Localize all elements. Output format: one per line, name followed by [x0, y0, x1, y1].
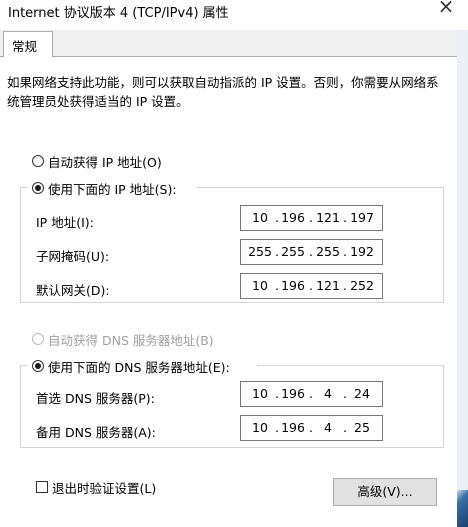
ip-address-octet-4: 197: [350, 210, 374, 225]
preferred-dns-octet-2: 196: [281, 386, 305, 401]
radio-auto-dns[interactable]: [32, 333, 44, 345]
ip-address-octet-3: 121: [316, 210, 340, 225]
subnet-mask-octet-1: 255: [248, 244, 272, 259]
subnet-mask-label: 子网掩码(U):: [36, 249, 110, 264]
preferred-dns-label: 首选 DNS 服务器(P):: [36, 391, 155, 406]
radio-auto-ip[interactable]: [32, 155, 44, 167]
default-gateway-octet-4: 252: [350, 278, 374, 293]
auto-ip-label[interactable]: 自动获得 IP 地址(O): [48, 152, 162, 171]
default-gateway-label: 默认网关(D):: [36, 283, 110, 298]
subnet-mask-octet-2: 255: [281, 244, 305, 259]
alternate-dns-label: 备用 DNS 服务器(A):: [36, 425, 156, 440]
default-gateway-octet-2: 196: [281, 278, 305, 293]
preferred-dns-input[interactable]: 10 . 196 . 4 . 24: [240, 381, 383, 407]
alternate-dns-octet-3: 4: [324, 420, 332, 435]
ip-address-input[interactable]: 10 . 196 . 121 . 197: [240, 205, 383, 231]
subnet-mask-input[interactable]: 255 . 255 . 255 . 192: [240, 239, 383, 265]
alternate-dns-input[interactable]: 10 . 196 . 4 . 25: [240, 415, 383, 441]
ip-address-octet-1: 10: [252, 210, 268, 225]
preferred-dns-octet-3: 4: [324, 386, 332, 401]
default-gateway-octet-1: 10: [252, 278, 268, 293]
window-title: Internet 协议版本 4 (TCP/IPv4) 属性: [8, 6, 229, 21]
radio-manual-ip[interactable]: [32, 182, 44, 194]
tab-general[interactable]: 常规: [3, 31, 53, 57]
preferred-dns-octet-1: 10: [252, 386, 268, 401]
validate-on-exit-checkbox[interactable]: [36, 481, 48, 493]
validate-on-exit-label[interactable]: 退出时验证设置(L): [52, 478, 156, 497]
advanced-button[interactable]: 高级(V)...: [333, 478, 437, 506]
default-gateway-octet-3: 121: [316, 278, 340, 293]
subnet-mask-octet-3: 255: [316, 244, 340, 259]
manual-ip-label[interactable]: 使用下面的 IP 地址(S):: [48, 179, 177, 198]
default-gateway-input[interactable]: 10 . 196 . 121 . 252: [240, 273, 383, 299]
background-window-strip: [457, 30, 468, 527]
description-text: 如果网络支持此功能，则可以获取自动指派的 IP 设置。否则，你需要从网络系统管理…: [7, 75, 439, 109]
alternate-dns-octet-4: 25: [354, 420, 370, 435]
manual-dns-label[interactable]: 使用下面的 DNS 服务器地址(E):: [48, 357, 230, 376]
subnet-mask-octet-4: 192: [350, 244, 374, 259]
preferred-dns-octet-4: 24: [354, 386, 370, 401]
auto-dns-label: 自动获得 DNS 服务器地址(B): [48, 333, 214, 348]
close-icon[interactable]: ×: [436, 0, 456, 16]
radio-manual-dns[interactable]: [32, 360, 44, 372]
alternate-dns-octet-1: 10: [252, 420, 268, 435]
tab-label: 常规: [12, 39, 38, 54]
ip-address-octet-2: 196: [281, 210, 305, 225]
ip-address-label: IP 地址(I):: [36, 215, 94, 230]
alternate-dns-octet-2: 196: [281, 420, 305, 435]
